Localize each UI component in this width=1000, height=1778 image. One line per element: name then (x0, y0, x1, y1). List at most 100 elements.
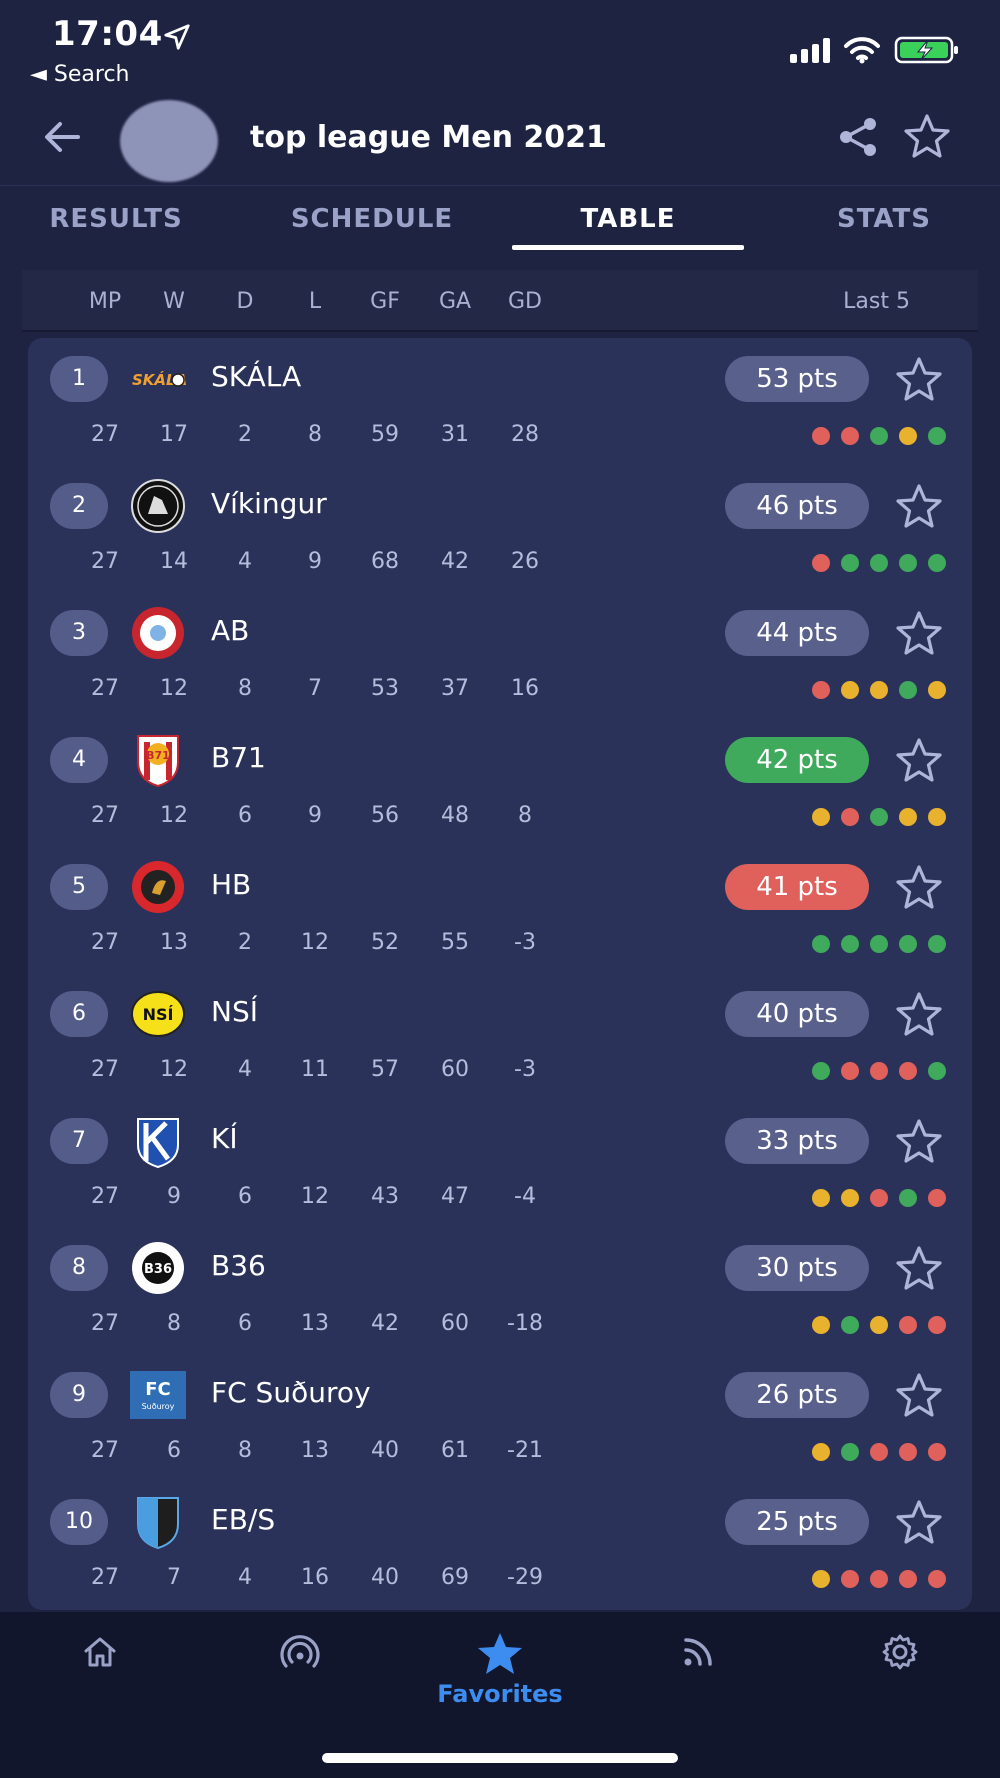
stat-gf: 56 (371, 803, 399, 828)
team-name: EB/S (211, 1503, 276, 1536)
stat-ga: 47 (441, 1184, 469, 1209)
stat-w: 12 (160, 1057, 188, 1082)
team-name: NSÍ (211, 995, 258, 1028)
table-row[interactable]: 6 NSÍ NSÍ 40 pts 27 12 4 11 57 60 -3 (28, 973, 972, 1100)
stat-l: 16 (301, 1565, 329, 1590)
team-rank: 3 (50, 610, 108, 656)
stat-gd: -21 (507, 1438, 543, 1463)
stat-w: 12 (160, 803, 188, 828)
tab-results[interactable]: RESULTS (0, 204, 232, 234)
table-row[interactable]: 4 B71 B71 42 pts 27 12 6 9 56 48 8 (28, 719, 972, 846)
stat-w: 13 (160, 930, 188, 955)
nav-favorites[interactable]: Favorites (437, 1632, 563, 1712)
stat-d: 6 (238, 803, 252, 828)
table-row[interactable]: 8 B36 B36 30 pts 27 8 6 13 42 60 -18 (28, 1227, 972, 1354)
team-rank: 8 (50, 1245, 108, 1291)
stat-d: 6 (238, 1311, 252, 1336)
tab-stats[interactable]: STATS (768, 204, 1000, 234)
stat-d: 4 (238, 1057, 252, 1082)
location-arrow-icon (164, 24, 190, 50)
stat-w: 8 (167, 1311, 181, 1336)
favorite-team-star-icon[interactable] (894, 1371, 944, 1421)
svg-text:NSÍ: NSÍ (143, 1005, 174, 1024)
settings-gear-icon (882, 1634, 918, 1670)
table-row[interactable]: 1 SKÁLA SKÁLA 53 pts 27 17 2 8 59 31 28 (28, 338, 972, 465)
stat-ga: 37 (441, 676, 469, 701)
stat-gf: 40 (371, 1565, 399, 1590)
favorite-team-star-icon[interactable] (894, 482, 944, 532)
stat-d: 8 (238, 676, 252, 701)
stat-l: 8 (308, 422, 322, 447)
table-row[interactable]: 9 FC Suðuroy FC Suðuroy 26 pts 27 6 8 13 40 61 -21 (28, 1354, 972, 1481)
form-dot-draw (812, 1570, 830, 1588)
col-last5: Last 5 (843, 289, 910, 314)
table-row[interactable]: 3 AB 44 pts 27 12 8 7 53 37 16 (28, 592, 972, 719)
form-dot-loss (899, 1443, 917, 1461)
nav-live[interactable] (260, 1632, 340, 1712)
stat-gd: 28 (511, 422, 539, 447)
team-rank: 7 (50, 1118, 108, 1164)
form-dot-draw (812, 1443, 830, 1461)
team-name: KÍ (211, 1122, 238, 1155)
nav-home[interactable] (60, 1632, 140, 1712)
team-logo-b71-logo: B71 (130, 732, 186, 788)
form-dot-win (928, 935, 946, 953)
form-dot-loss (928, 1316, 946, 1334)
favorite-league-star-icon[interactable] (902, 112, 952, 162)
last5-form (812, 935, 946, 953)
back-arrow-icon[interactable] (38, 113, 86, 161)
form-dot-loss (870, 1189, 888, 1207)
team-logo-vikingur-logo (130, 478, 186, 534)
battery-charging-icon (894, 36, 958, 64)
league-logo (120, 100, 218, 182)
last5-form (812, 1316, 946, 1334)
col-l: L (308, 289, 322, 314)
stat-mp: 27 (91, 1057, 119, 1082)
share-icon[interactable] (834, 113, 882, 161)
stat-mp: 27 (91, 1565, 119, 1590)
form-dot-loss (899, 1316, 917, 1334)
back-to-search-link[interactable]: ◄ Search (30, 62, 130, 87)
favorite-team-star-icon[interactable] (894, 736, 944, 786)
form-dot-win (812, 1062, 830, 1080)
table-row[interactable]: 7 KÍ 33 pts 27 9 6 12 43 47 -4 (28, 1100, 972, 1227)
stat-mp: 27 (91, 1184, 119, 1209)
stat-mp: 27 (91, 422, 119, 447)
section-tabs: RESULTS SCHEDULE TABLE STATS (0, 185, 1000, 250)
stat-w: 7 (167, 1565, 181, 1590)
svg-text:FC: FC (145, 1379, 171, 1400)
stat-l: 7 (308, 676, 322, 701)
stat-ga: 61 (441, 1438, 469, 1463)
form-dot-win (899, 554, 917, 572)
table-row[interactable]: 5 HB 41 pts 27 13 2 12 52 55 -3 (28, 846, 972, 973)
favorite-team-star-icon[interactable] (894, 863, 944, 913)
last5-form (812, 1443, 946, 1461)
tab-table[interactable]: TABLE (512, 204, 744, 234)
team-rank: 2 (50, 483, 108, 529)
form-dot-draw (899, 427, 917, 445)
favorite-team-star-icon[interactable] (894, 609, 944, 659)
stat-l: 13 (301, 1438, 329, 1463)
favorite-team-star-icon[interactable] (894, 1244, 944, 1294)
team-name: AB (211, 614, 250, 647)
team-rank: 6 (50, 991, 108, 1037)
stat-gf: 68 (371, 549, 399, 574)
stat-d: 6 (238, 1184, 252, 1209)
favorite-team-star-icon[interactable] (894, 1498, 944, 1548)
team-points-badge: 46 pts (725, 483, 869, 529)
favorite-team-star-icon[interactable] (894, 990, 944, 1040)
stat-gd: 26 (511, 549, 539, 574)
stat-mp: 27 (91, 1311, 119, 1336)
status-bar: 17:04 ◄ Search (0, 0, 1000, 95)
form-dot-loss (812, 427, 830, 445)
form-dot-loss (841, 427, 859, 445)
favorite-team-star-icon[interactable] (894, 355, 944, 405)
stat-d: 4 (238, 1565, 252, 1590)
nav-settings[interactable] (860, 1632, 940, 1712)
form-dot-draw (928, 808, 946, 826)
table-row[interactable]: 2 Víkingur 46 pts 27 14 4 9 68 42 26 (28, 465, 972, 592)
favorite-team-star-icon[interactable] (894, 1117, 944, 1167)
nav-feed[interactable] (658, 1632, 738, 1712)
tab-schedule[interactable]: SCHEDULE (256, 204, 488, 234)
table-row[interactable]: 10 EB/S 25 pts 27 7 4 16 40 69 -29 (28, 1481, 972, 1608)
